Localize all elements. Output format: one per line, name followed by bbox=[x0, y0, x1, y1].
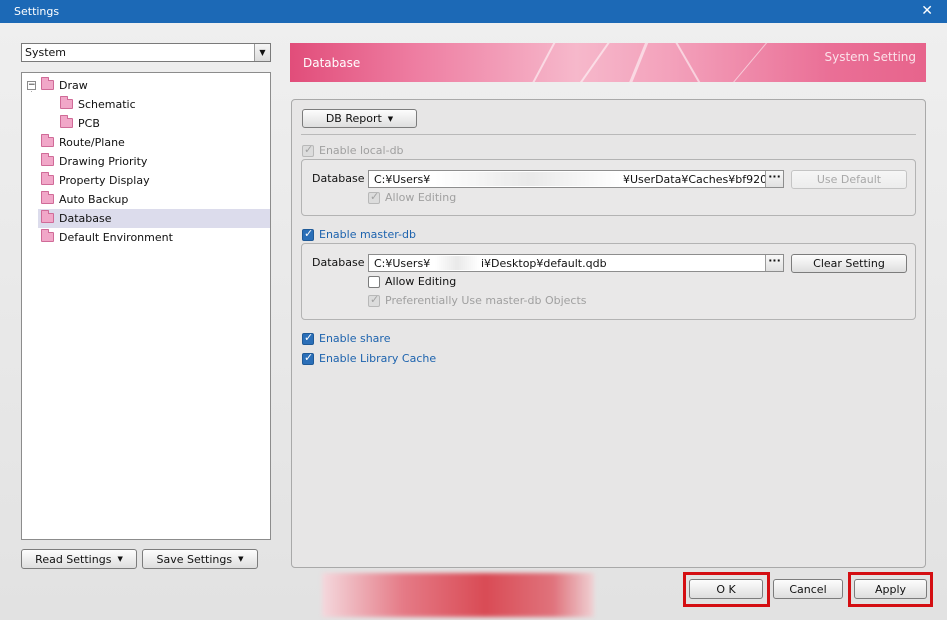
tree-item-property-display[interactable]: Property Display bbox=[22, 171, 270, 190]
apply-button[interactable]: Apply bbox=[854, 579, 927, 599]
chevron-down-icon: ▼ bbox=[238, 555, 244, 563]
tree-item-label: Default Environment bbox=[59, 231, 173, 244]
enable-local-db-checkbox[interactable] bbox=[302, 143, 314, 157]
enable-local-db-label: Enable local-db bbox=[319, 144, 404, 157]
browse-icon[interactable]: ··· bbox=[765, 171, 783, 187]
chevron-down-icon: ▼ bbox=[117, 555, 123, 563]
master-db-path-input[interactable]: C:¥Users¥ i¥Desktop¥default.qdb ··· bbox=[368, 254, 784, 272]
tree-item-label: Property Display bbox=[59, 174, 150, 187]
ok-label: O K bbox=[716, 582, 736, 596]
save-settings-label: Save Settings bbox=[156, 552, 233, 566]
banner-decoration bbox=[521, 43, 561, 82]
collapse-icon[interactable]: − bbox=[27, 81, 36, 90]
tree-item-label: Auto Backup bbox=[59, 193, 129, 206]
folder-icon bbox=[60, 115, 73, 128]
settings-tree: − Draw Schematic PCB Route/Plane Drawing… bbox=[21, 72, 271, 540]
banner-decoration bbox=[670, 43, 712, 82]
save-settings-button[interactable]: Save Settings ▼ bbox=[142, 549, 258, 569]
master-db-path-suffix: i¥Desktop¥default.qdb bbox=[481, 257, 607, 270]
folder-icon bbox=[41, 172, 54, 185]
tree-item-schematic[interactable]: Schematic bbox=[22, 95, 270, 114]
database-settings-panel: DB Report ▼ Enable local-db Database C:¥… bbox=[291, 99, 926, 568]
tree-item-label: Schematic bbox=[78, 98, 136, 111]
close-icon[interactable]: ✕ bbox=[921, 3, 933, 19]
category-select[interactable]: System ▼ bbox=[21, 43, 271, 62]
tree-item-default-environment[interactable]: Default Environment bbox=[22, 228, 270, 247]
cancel-label: Cancel bbox=[789, 582, 827, 596]
enable-master-db-checkbox[interactable] bbox=[302, 227, 314, 241]
banner-decoration bbox=[620, 43, 653, 82]
master-allow-editing-label: Allow Editing bbox=[385, 275, 457, 288]
local-db-database-label: Database bbox=[312, 172, 365, 185]
tree-item-auto-backup[interactable]: Auto Backup bbox=[22, 190, 270, 209]
master-db-database-label: Database bbox=[312, 256, 365, 269]
chevron-down-icon: ▼ bbox=[387, 114, 394, 123]
folder-icon bbox=[41, 191, 54, 204]
use-default-label: Use Default bbox=[816, 173, 882, 186]
category-select-value: System bbox=[25, 46, 67, 59]
enable-library-cache-checkbox[interactable] bbox=[302, 351, 314, 365]
clear-setting-button[interactable]: Clear Setting bbox=[791, 254, 907, 273]
redacted-region bbox=[435, 172, 621, 186]
tree-item-label: Draw bbox=[59, 79, 88, 92]
divider bbox=[301, 134, 916, 135]
local-db-path-suffix: ¥UserData¥Caches¥bf920l bbox=[623, 173, 771, 186]
tree-item-database[interactable]: Database bbox=[38, 209, 270, 228]
section-subtitle: System Setting bbox=[824, 50, 916, 64]
tree-item-label: PCB bbox=[78, 117, 100, 130]
local-db-path-prefix: C:¥Users¥ bbox=[374, 173, 431, 186]
local-allow-editing-checkbox[interactable] bbox=[368, 190, 380, 204]
cancel-button[interactable]: Cancel bbox=[773, 579, 843, 599]
tree-item-route-plane[interactable]: Route/Plane bbox=[22, 133, 270, 152]
prefer-master-objects-label: Preferentially Use master-db Objects bbox=[385, 294, 587, 307]
folder-icon bbox=[41, 210, 54, 223]
section-header-banner: Database System Setting bbox=[290, 43, 926, 82]
enable-share-label: Enable share bbox=[319, 332, 391, 345]
folder-icon bbox=[41, 153, 54, 166]
master-db-group: Database C:¥Users¥ i¥Desktop¥default.qdb… bbox=[301, 243, 916, 320]
tree-item-label: Database bbox=[59, 212, 112, 225]
apply-label: Apply bbox=[874, 582, 907, 596]
window-title: Settings bbox=[14, 5, 60, 18]
enable-master-db-label: Enable master-db bbox=[319, 228, 416, 241]
local-db-path-input[interactable]: C:¥Users¥ ¥UserData¥Caches¥bf920l ··· bbox=[368, 170, 784, 188]
read-settings-label: Read Settings bbox=[35, 552, 112, 566]
tree-item-label: Route/Plane bbox=[59, 136, 125, 149]
tree-item-drawing-priority[interactable]: Drawing Priority bbox=[22, 152, 270, 171]
tree-item-label: Drawing Priority bbox=[59, 155, 148, 168]
db-report-label: DB Report bbox=[325, 112, 382, 125]
folder-icon bbox=[41, 229, 54, 242]
read-settings-button[interactable]: Read Settings ▼ bbox=[21, 549, 137, 569]
ok-button[interactable]: O K bbox=[689, 579, 763, 599]
prefer-master-objects-checkbox[interactable] bbox=[368, 293, 380, 307]
banner-decoration bbox=[719, 43, 772, 82]
folder-icon bbox=[41, 77, 54, 90]
tree-item-pcb[interactable]: PCB bbox=[22, 114, 270, 133]
clear-setting-label: Clear Setting bbox=[813, 257, 885, 270]
local-allow-editing-label: Allow Editing bbox=[385, 191, 457, 204]
use-default-button[interactable]: Use Default bbox=[791, 170, 907, 189]
tree-item-draw[interactable]: − Draw bbox=[22, 76, 270, 95]
enable-share-checkbox[interactable] bbox=[302, 331, 314, 345]
title-bar: Settings ✕ bbox=[0, 0, 947, 23]
chevron-down-icon[interactable]: ▼ bbox=[254, 44, 270, 61]
folder-icon bbox=[60, 96, 73, 109]
local-db-group: Database C:¥Users¥ ¥UserData¥Caches¥bf92… bbox=[301, 159, 916, 216]
db-report-button[interactable]: DB Report ▼ bbox=[302, 109, 417, 128]
section-title: Database bbox=[303, 56, 361, 70]
folder-icon bbox=[41, 134, 54, 147]
browse-icon[interactable]: ··· bbox=[765, 255, 783, 271]
dialog-body: System ▼ − Draw Schematic PCB Route/Plan… bbox=[0, 23, 947, 620]
banner-decoration bbox=[567, 43, 615, 82]
master-allow-editing-checkbox[interactable] bbox=[368, 276, 380, 288]
master-db-path-prefix: C:¥Users¥ bbox=[374, 257, 431, 270]
enable-library-cache-label: Enable Library Cache bbox=[319, 352, 437, 365]
redacted-region bbox=[435, 256, 479, 270]
product-logo bbox=[322, 573, 594, 617]
